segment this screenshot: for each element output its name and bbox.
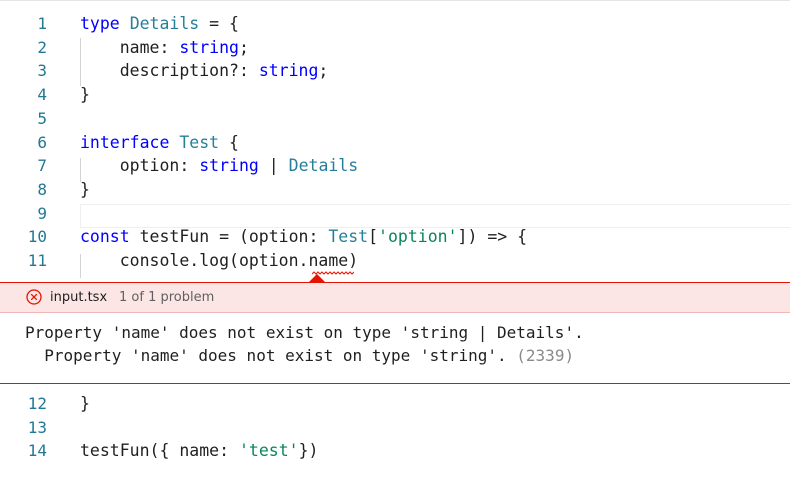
code-line[interactable]: 9	[0, 202, 790, 226]
problem-peek-widget[interactable]: input.tsx 1 of 1 problem Property 'name'…	[0, 282, 790, 384]
peek-problem-count: 1 of 1 problem	[119, 290, 215, 305]
code-token: console.log(option.name)	[80, 251, 359, 270]
code-token: }	[80, 394, 90, 413]
code-text: type Details = {	[80, 12, 239, 36]
line-number: 14	[27, 441, 47, 461]
code-line[interactable]: 8}	[0, 178, 790, 202]
code-text: option: string | Details	[80, 154, 358, 178]
code-line[interactable]: 14 testFun({ name: 'test'})	[0, 439, 790, 463]
editor-top-border	[0, 0, 790, 1]
code-line[interactable]: 11 console.log(option.name)	[0, 249, 790, 273]
code-token: string	[179, 37, 239, 57]
code-line[interactable]: 12}	[0, 392, 790, 416]
code-token: Test	[328, 227, 369, 247]
code-token: Details	[288, 156, 359, 176]
error-message-detail: Property 'name' does not exist on type '…	[25, 344, 574, 368]
peek-pointer-arrow	[309, 274, 325, 282]
code-token: ;	[318, 61, 329, 81]
code-token: string	[199, 156, 259, 176]
code-line[interactable]: 13	[0, 416, 790, 440]
code-line[interactable]: 6 interface Test {	[0, 131, 790, 155]
code-token: 'test'	[238, 441, 299, 461]
line-number: 1	[37, 14, 47, 33]
code-text: }	[80, 178, 90, 202]
code-line[interactable]: 4}	[0, 83, 790, 107]
error-message-line: Property 'name' does not exist on type '…	[25, 323, 584, 342]
code-line[interactable]: 2 name: string;	[0, 36, 790, 60]
code-token: })	[298, 441, 319, 461]
code-token: option:	[80, 156, 200, 176]
code-token: ;	[238, 37, 249, 57]
code-token: description?:	[80, 61, 259, 81]
code-token: = {	[199, 14, 239, 33]
line-number: 2	[37, 37, 47, 57]
code-line[interactable]: 3 description?: string;	[0, 59, 790, 83]
line-number: 5	[37, 108, 47, 128]
line-number: 10	[27, 227, 47, 247]
code-text: interface Test {	[80, 131, 239, 155]
line-number: 7	[37, 156, 47, 176]
code-token: }	[80, 85, 90, 105]
code-token: type	[80, 14, 120, 33]
line-number: 8	[37, 179, 47, 199]
code-token: 'option'	[378, 227, 458, 247]
code-text: const testFun = (option: Test['option'])…	[80, 225, 527, 249]
peek-header: input.tsx 1 of 1 problem	[0, 283, 790, 313]
code-editor[interactable]: 1 type Details = {2 name: string; 3 descri…	[0, 0, 790, 491]
code-token: |	[258, 156, 289, 176]
code-line[interactable]: 10 const testFun = (option: Test['option'…	[0, 225, 790, 249]
code-token: [	[368, 227, 379, 247]
code-token: interface	[80, 132, 170, 152]
line-number: 4	[37, 85, 47, 105]
line-number: 9	[37, 203, 47, 223]
code-line[interactable]: 5	[0, 107, 790, 131]
code-token: testFun = (option:	[129, 227, 329, 247]
error-circle-icon	[26, 289, 42, 305]
code-text: }	[80, 83, 90, 107]
error-message-detail-text: Property 'name' does not exist on type '…	[25, 346, 507, 365]
line-number: 3	[37, 61, 47, 81]
line-number: 13	[27, 417, 47, 437]
code-token: string	[258, 61, 319, 81]
code-text: console.log(option.name)	[80, 249, 358, 273]
code-token: {	[219, 132, 239, 152]
code-text: testFun({ name: 'test'})	[80, 439, 318, 463]
code-token: }	[80, 179, 90, 199]
code-token: ]) => {	[457, 227, 528, 247]
code-text: name: string;	[80, 36, 249, 60]
code-token: Test	[179, 132, 220, 152]
line-number: 6	[37, 132, 47, 152]
code-line[interactable]: 7 option: string | Details	[0, 154, 790, 178]
code-token: name:	[80, 37, 180, 57]
code-text: }	[80, 392, 90, 416]
code-token: Details	[129, 14, 200, 33]
error-code: (2339)	[516, 346, 575, 365]
code-token: testFun({ name:	[80, 441, 239, 461]
peek-file-name[interactable]: input.tsx	[50, 283, 107, 313]
code-line[interactable]: 1 type Details = {	[0, 12, 790, 36]
code-text: description?: string;	[80, 59, 329, 83]
line-number: 11	[27, 251, 47, 270]
code-token: const	[80, 227, 130, 247]
line-number: 12	[27, 394, 47, 413]
